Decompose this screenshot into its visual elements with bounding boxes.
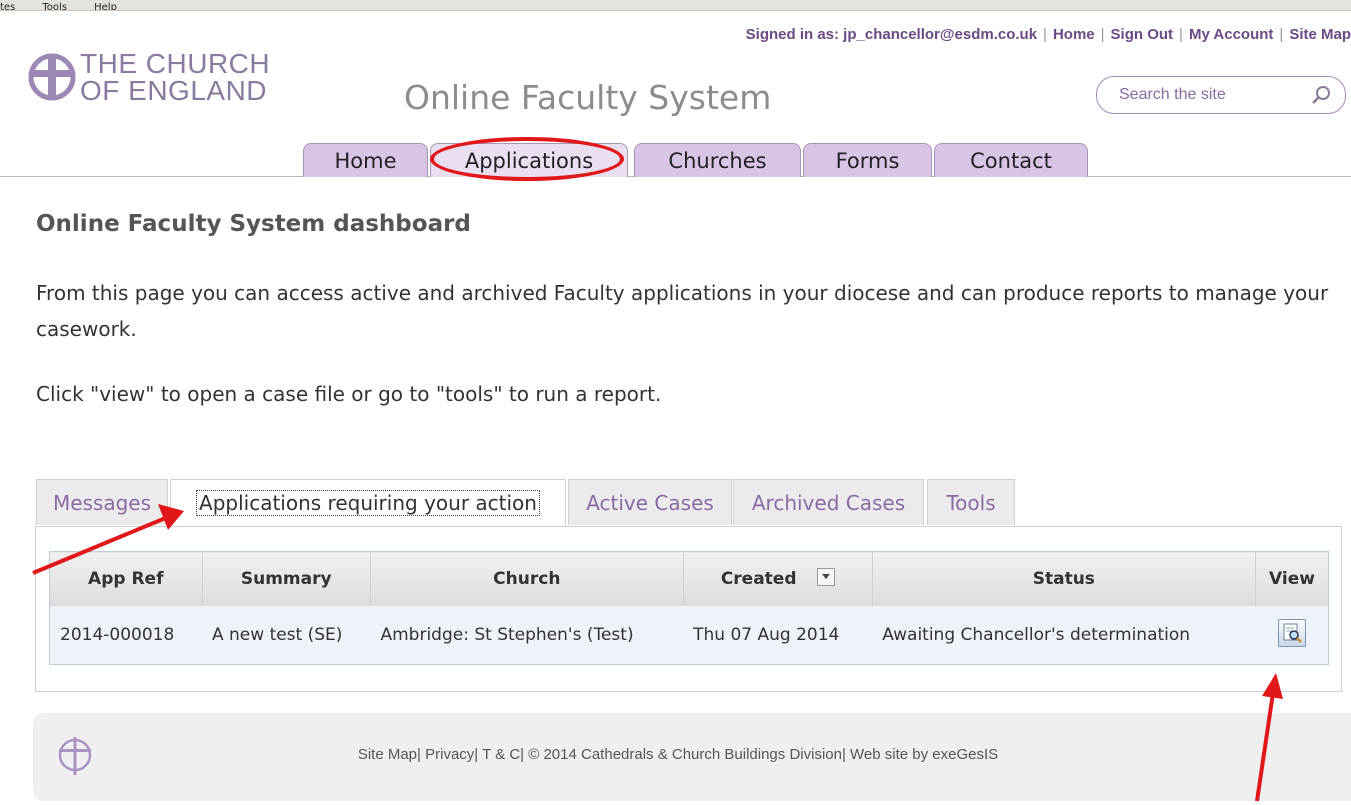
topbar-link-site-map[interactable]: Site Map bbox=[1289, 26, 1351, 43]
column-header-view: View bbox=[1255, 551, 1329, 606]
account-bar: Signed in as: jp_chancellor@esdm.co.uk | H… bbox=[745, 26, 1351, 43]
cell-status: Awaiting Chancellor's determination bbox=[872, 606, 1256, 665]
column-header-app-ref[interactable]: App Ref bbox=[49, 551, 203, 606]
footer-credit[interactable]: Web site by exeGesIS bbox=[850, 746, 998, 763]
cell-summary: A new test (SE) bbox=[202, 606, 371, 665]
footer-link-privacy[interactable]: Privacy bbox=[425, 746, 474, 763]
cell-church: Ambridge: St Stephen's (Test) bbox=[370, 606, 684, 665]
footer-link-terms[interactable]: T & C bbox=[482, 746, 520, 763]
sort-dropdown-icon[interactable] bbox=[816, 568, 835, 586]
site-title: Online Faculty System bbox=[404, 78, 772, 117]
topbar-link-sign-out[interactable]: Sign Out bbox=[1111, 26, 1174, 43]
column-header-status[interactable]: Status bbox=[872, 551, 1257, 606]
menu-item-help[interactable]: Help bbox=[94, 2, 117, 10]
search-input[interactable] bbox=[1117, 84, 1301, 106]
nav-tab-home[interactable]: Home bbox=[303, 143, 428, 177]
signed-in-label: Signed in as: jp_chancellor@esdm.co.uk bbox=[745, 26, 1038, 43]
tab-panel: App Ref Summary Church Created Status Vi… bbox=[35, 526, 1342, 692]
column-header-created[interactable]: Created bbox=[683, 551, 873, 606]
tab-messages[interactable]: Messages bbox=[36, 479, 168, 525]
logo-line-1: THE CHURCH bbox=[80, 48, 271, 79]
tab-applications-requiring-action[interactable]: Applications requiring your action bbox=[170, 479, 566, 528]
column-header-church[interactable]: Church bbox=[370, 551, 684, 606]
tab-archived-cases[interactable]: Archived Cases bbox=[733, 479, 924, 525]
nav-tab-churches[interactable]: Churches bbox=[634, 143, 801, 177]
site-search bbox=[1096, 76, 1346, 114]
footer-copyright: © 2014 Cathedrals & Church Buildings Div… bbox=[528, 746, 842, 763]
column-header-summary[interactable]: Summary bbox=[202, 551, 371, 606]
footer-text: Site Map| Privacy| T & C| © 2014 Cathedr… bbox=[357, 746, 999, 763]
search-icon[interactable] bbox=[1311, 85, 1331, 105]
magnifier-document-icon bbox=[1283, 623, 1302, 643]
tab-applications-requiring-action-label: Applications requiring your action bbox=[196, 490, 540, 516]
table-header-row: App Ref Summary Church Created Status Vi… bbox=[49, 551, 1329, 606]
page-title: Online Faculty System dashboard bbox=[36, 211, 471, 237]
nav-tab-contact[interactable]: Contact bbox=[934, 143, 1088, 177]
column-header-created-label: Created bbox=[720, 569, 797, 589]
instruction-text: Click "view" to open a case file or go t… bbox=[36, 382, 662, 406]
applications-highlight-oval bbox=[430, 137, 624, 181]
church-of-england-logo[interactable]: THE CHURCH OF ENGLAND bbox=[80, 48, 271, 106]
nav-tab-forms[interactable]: Forms bbox=[803, 143, 932, 177]
cell-app-ref: 2014-000018 bbox=[49, 606, 202, 665]
menu-item-tes[interactable]: tes bbox=[0, 2, 15, 10]
view-case-button[interactable] bbox=[1277, 619, 1306, 647]
church-cross-logo-icon[interactable] bbox=[28, 53, 76, 101]
footer-link-site-map[interactable]: Site Map bbox=[358, 746, 417, 763]
footer: Site Map| Privacy| T & C| © 2014 Cathedr… bbox=[33, 713, 1351, 801]
topbar-link-home[interactable]: Home bbox=[1053, 26, 1095, 43]
intro-text: From this page you can access active and… bbox=[36, 281, 1329, 341]
tab-active-cases[interactable]: Active Cases bbox=[568, 479, 732, 525]
logo-line-2: OF ENGLAND bbox=[80, 75, 268, 106]
tab-tools[interactable]: Tools bbox=[927, 479, 1015, 525]
cell-view bbox=[1255, 606, 1329, 665]
table-row: 2014-000018 A new test (SE) Ambridge: St… bbox=[49, 606, 1329, 665]
topbar-link-my-account[interactable]: My Account bbox=[1189, 26, 1273, 43]
browser-menu-strip: tes Tools Help bbox=[0, 0, 1351, 11]
applications-table: App Ref Summary Church Created Status Vi… bbox=[49, 551, 1329, 665]
menu-item-tools[interactable]: Tools bbox=[42, 2, 67, 10]
cell-created: Thu 07 Aug 2014 bbox=[683, 606, 873, 665]
